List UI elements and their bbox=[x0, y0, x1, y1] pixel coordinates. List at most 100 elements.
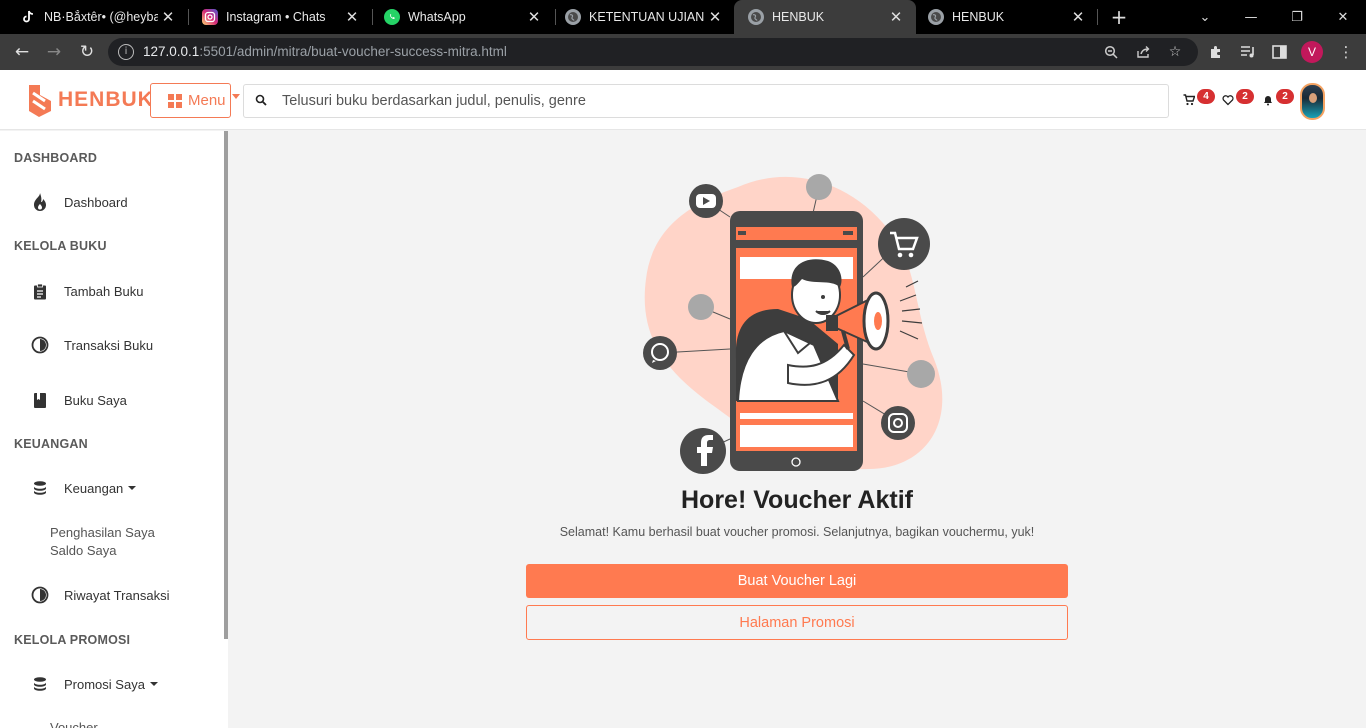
sidebar: DASHBOARD Dashboard KELOLA BUKU Tambah B… bbox=[0, 131, 228, 728]
menu-button[interactable]: Menu bbox=[150, 83, 231, 118]
sidebar-item-label: Buku Saya bbox=[64, 392, 127, 408]
close-tab-icon[interactable]: ✕ bbox=[158, 8, 178, 26]
restore-icon[interactable]: ❐ bbox=[1274, 0, 1320, 34]
caret-down-icon bbox=[149, 682, 158, 686]
sidebar-item-tambah-buku[interactable]: Tambah Buku bbox=[30, 281, 144, 301]
close-tab-icon[interactable]: ✕ bbox=[524, 8, 544, 26]
halaman-promosi-button[interactable]: Halaman Promosi bbox=[526, 605, 1068, 640]
cart-count-badge: 4 bbox=[1197, 89, 1215, 104]
new-tab-icon[interactable]: + bbox=[1096, 0, 1142, 34]
close-tab-icon[interactable]: ✕ bbox=[705, 8, 725, 26]
sidebar-item-dashboard[interactable]: Dashboard bbox=[30, 192, 128, 212]
megaphone-phone-illustration bbox=[643, 174, 943, 474]
address-bar[interactable]: i 127.0.0.1:5501/admin/mitra/buat-vouche… bbox=[108, 38, 1198, 66]
close-tab-icon[interactable]: ✕ bbox=[886, 8, 906, 26]
henbuk-logo[interactable]: HENBUK bbox=[27, 81, 154, 119]
fire-icon bbox=[30, 192, 50, 212]
search-input[interactable] bbox=[282, 85, 1152, 117]
section-kelola-buku: KELOLA BUKU bbox=[14, 239, 107, 253]
sidebar-item-riwayat-transaksi[interactable]: Riwayat Transaksi bbox=[30, 585, 169, 605]
browser-tab-bar: NB·Bẳxtêr• (@heybax ✕ Instagram • Chats … bbox=[0, 0, 1366, 34]
bell-icon[interactable] bbox=[1262, 94, 1274, 106]
tab-title: WhatsApp bbox=[408, 10, 466, 24]
profile-avatar[interactable]: V bbox=[1301, 41, 1323, 63]
coins-stack-icon bbox=[30, 478, 50, 498]
browser-tab[interactable]: KETENTUAN UJIAN PR ✕ bbox=[551, 0, 735, 34]
sidebar-item-buku-saya[interactable]: Buku Saya bbox=[30, 390, 127, 410]
sidebar-item-label: Promosi Saya bbox=[64, 676, 145, 692]
forward-icon[interactable]: → bbox=[42, 40, 66, 64]
page-title: Hore! Voucher Aktif bbox=[681, 486, 913, 514]
user-avatar[interactable] bbox=[1300, 83, 1325, 120]
close-window-icon[interactable]: ✕ bbox=[1320, 0, 1366, 34]
whatsapp-icon bbox=[384, 9, 400, 25]
close-tab-icon[interactable]: ✕ bbox=[1068, 8, 1088, 26]
main-content: Hore! Voucher Aktif Selamat! Kamu berhas… bbox=[228, 131, 1366, 728]
coins-stack-icon bbox=[30, 674, 50, 694]
globe-icon bbox=[748, 9, 764, 25]
sidebar-item-label: Transaksi Buku bbox=[64, 337, 154, 353]
site-info-icon[interactable]: i bbox=[118, 44, 134, 60]
back-icon[interactable]: ← bbox=[10, 40, 34, 64]
tab-title: HENBUK bbox=[952, 10, 1005, 24]
tiktok-icon bbox=[20, 9, 36, 25]
search-icon bbox=[255, 94, 267, 106]
wishlist-count-badge: 2 bbox=[1236, 89, 1254, 104]
sidebar-item-transaksi-buku[interactable]: Transaksi Buku bbox=[30, 335, 153, 355]
share-icon[interactable] bbox=[1134, 43, 1152, 61]
section-dashboard: DASHBOARD bbox=[14, 151, 98, 165]
menu-label: Menu bbox=[188, 92, 226, 109]
more-menu-icon[interactable]: ⋮ bbox=[1336, 42, 1356, 62]
tab-search-chevron-icon[interactable]: ⌄ bbox=[1182, 0, 1228, 34]
caret-down-icon bbox=[128, 486, 137, 490]
sidebar-item-keuangan[interactable]: Keuangan bbox=[30, 478, 137, 498]
globe-icon bbox=[928, 9, 944, 25]
side-panel-icon[interactable] bbox=[1269, 42, 1289, 62]
sidebar-subitem-voucher[interactable]: Voucher bbox=[50, 720, 98, 728]
globe-icon bbox=[565, 9, 581, 25]
notification-count-badge: 2 bbox=[1276, 89, 1294, 104]
extensions-icon[interactable] bbox=[1206, 42, 1226, 62]
cart-icon[interactable] bbox=[1183, 94, 1195, 106]
url-host: 127.0.0.1 bbox=[143, 44, 200, 59]
book-icon bbox=[30, 390, 50, 410]
sidebar-subitem-penghasilan-saya[interactable]: Penghasilan Saya bbox=[50, 525, 155, 540]
section-keuangan: KEUANGAN bbox=[14, 437, 88, 451]
clipboard-icon bbox=[30, 281, 50, 301]
browser-tab[interactable]: WhatsApp ✕ bbox=[370, 0, 554, 34]
url-path: :5501/admin/mitra/buat-voucher-success-m… bbox=[199, 44, 507, 59]
sidebar-item-promosi-saya[interactable]: Promosi Saya bbox=[30, 674, 158, 694]
zoom-icon[interactable] bbox=[1102, 43, 1120, 61]
pie-chart-icon bbox=[30, 335, 50, 355]
logo-text: HENBUK bbox=[58, 88, 154, 111]
close-tab-icon[interactable]: ✕ bbox=[342, 8, 362, 26]
tab-title: NB·Bẳxtêr• (@heybax bbox=[44, 10, 158, 24]
heart-icon[interactable] bbox=[1222, 94, 1234, 106]
sidebar-subitem-saldo-saya[interactable]: Saldo Saya bbox=[50, 543, 117, 558]
sidebar-item-label: Riwayat Transaksi bbox=[64, 587, 170, 603]
instagram-icon bbox=[202, 9, 218, 25]
media-queue-icon[interactable] bbox=[1238, 42, 1258, 62]
sidebar-item-label: Keuangan bbox=[64, 480, 124, 496]
pie-chart-icon bbox=[30, 585, 50, 605]
buat-voucher-lagi-button[interactable]: Buat Voucher Lagi bbox=[526, 564, 1068, 598]
sidebar-item-label: Dashboard bbox=[64, 194, 128, 210]
browser-tab[interactable]: NB·Bẳxtêr• (@heybax ✕ bbox=[6, 0, 188, 34]
tab-title: Instagram • Chats bbox=[226, 10, 326, 24]
book-logo-icon bbox=[29, 85, 51, 117]
browser-tab-active[interactable]: HENBUK ✕ bbox=[734, 0, 916, 34]
tab-title: KETENTUAN UJIAN PR bbox=[589, 10, 705, 24]
bookmark-star-icon[interactable]: ☆ bbox=[1166, 43, 1184, 61]
browser-tab[interactable]: HENBUK ✕ bbox=[914, 0, 1098, 34]
browser-toolbar: ← → ↻ i 127.0.0.1:5501/admin/mitra/buat-… bbox=[0, 34, 1366, 70]
tab-title: HENBUK bbox=[772, 10, 825, 24]
page-subtitle: Selamat! Kamu berhasil buat voucher prom… bbox=[559, 525, 1035, 539]
grid-icon bbox=[168, 93, 182, 108]
menu-caret-icon[interactable] bbox=[232, 94, 240, 99]
reload-icon[interactable]: ↻ bbox=[75, 40, 99, 64]
sidebar-item-label: Tambah Buku bbox=[64, 283, 144, 299]
minimize-icon[interactable]: — bbox=[1228, 0, 1274, 34]
search-bar[interactable] bbox=[243, 84, 1169, 118]
section-kelola-promosi: KELOLA PROMOSI bbox=[14, 633, 131, 647]
browser-tab[interactable]: Instagram • Chats ✕ bbox=[188, 0, 372, 34]
